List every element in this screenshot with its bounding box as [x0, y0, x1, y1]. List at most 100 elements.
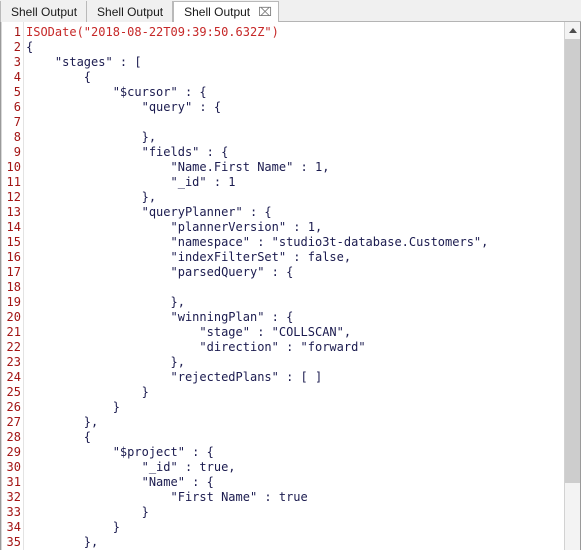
- code-line-text: "rejectedPlans" : [ ]: [26, 370, 323, 384]
- code-line: 25 }: [1, 385, 564, 400]
- line-number: 11: [6, 175, 21, 189]
- code-line-text: }: [26, 505, 149, 519]
- line-number: 28: [6, 430, 21, 444]
- code-line-text: "First Name" : true: [26, 490, 308, 504]
- line-number: 21: [6, 325, 21, 339]
- scroll-up-button[interactable]: [565, 22, 581, 39]
- line-number: 18: [6, 280, 21, 294]
- tab-shell-output-1[interactable]: Shell Output: [0, 1, 88, 22]
- line-number: 23: [6, 355, 21, 369]
- code-line-text: "winningPlan" : {: [26, 310, 294, 324]
- code-line-text: },: [26, 415, 99, 429]
- code-line-text: "_id" : 1: [26, 175, 236, 189]
- line-number: 6: [13, 100, 21, 114]
- code-line-text: },: [26, 355, 185, 369]
- code-viewer[interactable]: 1 ISODate("2018-08-22T09:39:50.632Z") 2{3 …: [1, 22, 564, 550]
- tab-label: Shell Output: [97, 4, 164, 19]
- code-line: 15 "namespace" : "studio3t-database.Cust…: [1, 235, 564, 250]
- code-line: 30 "_id" : true,: [1, 460, 564, 475]
- code-line-text: {: [26, 70, 92, 84]
- line-number: 30: [6, 460, 21, 474]
- line-number: 27: [6, 415, 21, 429]
- gutter-separator: [23, 22, 24, 550]
- line-number: 22: [6, 340, 21, 354]
- tab-label: Shell Output: [184, 5, 251, 19]
- code-line-text: }: [26, 400, 120, 414]
- shell-output-panel: Shell Output Shell Output Shell Output ⌧…: [0, 0, 581, 550]
- line-number: 26: [6, 400, 21, 414]
- line-number: 3: [13, 55, 21, 69]
- code-line-text: }: [26, 385, 149, 399]
- tab-shell-output-2[interactable]: Shell Output: [87, 1, 174, 22]
- code-line-text: "Name.First Name" : 1,: [26, 160, 330, 174]
- code-line: 11 "_id" : 1: [1, 175, 564, 190]
- code-line: 31 "Name" : {: [1, 475, 564, 490]
- line-number: 32: [6, 490, 21, 504]
- code-line: 28 {: [1, 430, 564, 445]
- line-number: 33: [6, 505, 21, 519]
- code-line: 18: [1, 280, 564, 295]
- code-line: 26 }: [1, 400, 564, 415]
- code-line-text: "fields" : {: [26, 145, 229, 159]
- code-line-text: },: [26, 190, 157, 204]
- code-line: 21 "stage" : "COLLSCAN",: [1, 325, 564, 340]
- line-number: 35: [6, 535, 21, 549]
- code-line-text: "queryPlanner" : {: [26, 205, 272, 219]
- vertical-scrollbar[interactable]: [564, 22, 581, 550]
- tab-shell-output-3-active[interactable]: Shell Output ⌧: [173, 1, 280, 23]
- code-line: 3 "stages" : [: [1, 55, 564, 70]
- scroll-up-arrow-icon: [569, 28, 577, 33]
- line-number: 14: [6, 220, 21, 234]
- code-line: 34 }: [1, 520, 564, 535]
- code-line-list: 1 ISODate("2018-08-22T09:39:50.632Z") 2{3 …: [1, 25, 564, 550]
- line-number: 19: [6, 295, 21, 309]
- code-line-text: "namespace" : "studio3t-database.Custome…: [26, 235, 489, 249]
- code-line: 23 },: [1, 355, 564, 370]
- close-tab-icon[interactable]: ⌧: [258, 6, 272, 18]
- line-number: 16: [6, 250, 21, 264]
- code-line: 2{: [1, 40, 564, 55]
- tab-label: Shell Output: [11, 4, 78, 19]
- code-line: 14 "plannerVersion" : 1,: [1, 220, 564, 235]
- code-line-text: "plannerVersion" : 1,: [26, 220, 323, 234]
- code-line-text: "stages" : [: [26, 55, 142, 69]
- code-line: 10 "Name.First Name" : 1,: [1, 160, 564, 175]
- line-number: 2: [13, 40, 21, 54]
- code-line: 12 },: [1, 190, 564, 205]
- code-line: 1 ISODate("2018-08-22T09:39:50.632Z"): [1, 25, 564, 40]
- line-number: 9: [13, 145, 21, 159]
- code-line-text: },: [26, 295, 185, 309]
- code-line: 9 "fields" : {: [1, 145, 564, 160]
- code-line: 35 },: [1, 535, 564, 550]
- line-number: 31: [6, 475, 21, 489]
- code-line: 29 "$project" : {: [1, 445, 564, 460]
- code-line-text: "direction" : "forward": [26, 340, 366, 354]
- code-line-text: "query" : {: [26, 100, 222, 114]
- code-line: 19 },: [1, 295, 564, 310]
- code-line-text: "_id" : true,: [26, 460, 236, 474]
- code-line-text: "$project" : {: [26, 445, 214, 459]
- code-line: 32 "First Name" : true: [1, 490, 564, 505]
- line-number: 12: [6, 190, 21, 204]
- line-number: 4: [13, 70, 21, 84]
- line-number: 15: [6, 235, 21, 249]
- code-line: 17 "parsedQuery" : {: [1, 265, 564, 280]
- code-line: 5 "$cursor" : {: [1, 85, 564, 100]
- line-number: 24: [6, 370, 21, 384]
- line-number: 34: [6, 520, 21, 534]
- line-number: 25: [6, 385, 21, 399]
- code-line: 4 {: [1, 70, 564, 85]
- line-number: 7: [13, 115, 21, 129]
- code-line-text: },: [26, 535, 99, 549]
- code-line: 27 },: [1, 415, 564, 430]
- line-number: 20: [6, 310, 21, 324]
- line-number: 1: [13, 25, 21, 39]
- line-number: 5: [13, 85, 21, 99]
- scrollbar-track[interactable]: [565, 39, 581, 550]
- code-line: 13 "queryPlanner" : {: [1, 205, 564, 220]
- line-number: 29: [6, 445, 21, 459]
- scrollbar-thumb[interactable]: [565, 39, 581, 483]
- line-number: 10: [6, 160, 21, 174]
- code-line: 7: [1, 115, 564, 130]
- line-number: 13: [6, 205, 21, 219]
